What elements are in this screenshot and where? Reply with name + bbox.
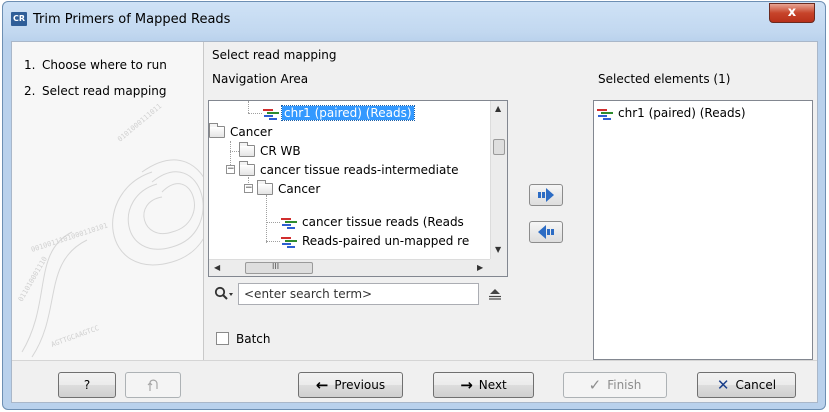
tree-connector — [266, 222, 280, 223]
selected-item-label: chr1 (paired) (Reads) — [618, 106, 746, 120]
section-heading: Select read mapping — [212, 48, 337, 62]
scroll-left-arrow-icon[interactable]: ◀ — [214, 263, 220, 272]
dialog-client-area: 1. Choose where to run 2. Select read mapp… — [11, 41, 818, 403]
main-panel: Select read mapping Navigation Area Sele… — [208, 42, 818, 360]
step-number: 1. — [24, 58, 36, 72]
finish-button[interactable]: ✓ Finish — [563, 372, 667, 398]
tree-node-label: Cancer — [278, 182, 321, 196]
navigation-area-label: Navigation Area — [212, 72, 309, 86]
arrow-left-icon — [538, 225, 554, 239]
tree-viewport: chr1 (paired) (Reads) Cancer CR WB − can… — [209, 101, 491, 259]
arrow-left-icon: ← — [315, 376, 329, 394]
arrow-right-icon — [538, 188, 554, 202]
vertical-scroll-thumb[interactable] — [493, 139, 505, 155]
tree-node-cancer-tissue-reads-intermediate[interactable]: cancer tissue reads-intermediate — [239, 161, 460, 179]
tree-node-cancer-tissue-reads[interactable]: cancer tissue reads (Reads — [281, 213, 466, 231]
decorative-swirl-watermark: 0101000111011 0010011101000110101 011010… — [17, 102, 203, 358]
batch-label: Batch — [236, 332, 271, 346]
tree-node-cr-wb[interactable]: CR WB — [239, 142, 303, 160]
batch-checkbox[interactable] — [216, 332, 229, 345]
scroll-down-arrow-icon[interactable]: ▼ — [495, 245, 501, 254]
folder-icon — [239, 142, 255, 157]
reset-icon — [147, 379, 158, 391]
reads-icon — [281, 216, 297, 229]
tree-connector — [230, 151, 239, 152]
title-bar[interactable]: CR Trim Primers of Mapped Reads x — [3, 2, 825, 42]
arrow-right-icon: → — [460, 376, 473, 394]
previous-label: Previous — [334, 378, 386, 392]
next-button[interactable]: → Next — [433, 372, 534, 398]
step-select-read-mapping[interactable]: 2. Select read mapping — [24, 84, 167, 98]
reads-icon — [263, 107, 279, 120]
tree-node-chr1-paired-reads[interactable]: chr1 (paired) (Reads) — [263, 104, 415, 122]
tree-connector — [248, 101, 249, 113]
checkmark-icon: ✓ — [588, 376, 602, 394]
tree-node-label: Reads-paired un-mapped re — [302, 234, 470, 248]
help-label: ? — [83, 378, 91, 392]
scroll-right-arrow-icon[interactable]: ▶ — [477, 263, 483, 272]
cancel-label: Cancel — [735, 378, 777, 392]
selected-elements-list[interactable]: chr1 (paired) (Reads) — [593, 100, 813, 360]
tree-node-label: cancer tissue reads (Reads — [302, 215, 464, 229]
reads-icon — [597, 107, 613, 120]
tree-node-label: Cancer — [230, 125, 273, 139]
navigation-tree[interactable]: chr1 (paired) (Reads) Cancer CR WB − can… — [208, 100, 508, 277]
step-choose-where-to-run[interactable]: 1. Choose where to run — [24, 58, 167, 72]
scroll-corner — [490, 259, 507, 276]
search-icon[interactable] — [214, 286, 234, 302]
tree-node-reads-paired-unmapped[interactable]: Reads-paired un-mapped re — [281, 232, 471, 250]
tree-node-label: cancer tissue reads-intermediate — [260, 163, 459, 177]
x-icon: ✕ — [716, 376, 730, 394]
button-bar: ? ← Previous → Next ✓ Finish ✕ Cancel — [12, 360, 817, 402]
horizontal-scroll-thumb[interactable]: III — [245, 262, 313, 274]
scroll-up-arrow-icon[interactable]: ▲ — [495, 104, 501, 113]
previous-button[interactable]: ← Previous — [298, 372, 403, 398]
tree-node-cancer[interactable]: Cancer — [209, 123, 274, 141]
selected-item-chr1-paired-reads[interactable]: chr1 (paired) (Reads) — [597, 104, 748, 122]
collapse-toggle[interactable]: − — [244, 184, 253, 193]
reads-icon — [281, 235, 297, 248]
selected-elements-label: Selected elements (1) — [598, 72, 731, 86]
finish-label: Finish — [607, 378, 642, 392]
search-options-icon[interactable] — [488, 288, 502, 300]
search-input[interactable]: <enter search term> — [238, 283, 479, 305]
scroll-grip: III — [272, 262, 280, 271]
step-label: Choose where to run — [42, 58, 167, 72]
svg-text:AGTTGCAAGTCC: AGTTGCAAGTCC — [50, 324, 100, 349]
tree-connector — [266, 195, 267, 243]
tree-node-label: chr1 (paired) (Reads) — [281, 105, 415, 121]
search-row: <enter search term> — [208, 283, 510, 305]
folder-icon — [257, 180, 273, 195]
tree-node-cancer-sub[interactable]: Cancer — [257, 180, 322, 198]
dialog-window: CR Trim Primers of Mapped Reads x 1. Choo… — [2, 1, 826, 410]
add-to-selection-button[interactable] — [529, 184, 563, 206]
tree-vertical-scrollbar[interactable]: ▲ ▼ — [490, 101, 507, 259]
tree-node-label: CR WB — [260, 144, 301, 158]
tree-horizontal-scrollbar[interactable]: ◀ III ▶ — [209, 259, 491, 276]
search-placeholder: <enter search term> — [244, 287, 373, 301]
help-button[interactable]: ? — [58, 372, 116, 398]
tree-connector — [266, 241, 280, 242]
close-button[interactable]: x — [769, 3, 815, 23]
svg-text:0010011101000110101: 0010011101000110101 — [30, 222, 109, 254]
reset-button[interactable] — [125, 372, 181, 398]
step-number: 2. — [24, 84, 36, 98]
app-icon: CR — [11, 12, 27, 26]
cancel-button[interactable]: ✕ Cancel — [697, 372, 796, 398]
dialog-title: Trim Primers of Mapped Reads — [33, 12, 231, 27]
remove-from-selection-button[interactable] — [529, 221, 563, 243]
collapse-toggle[interactable]: − — [226, 165, 235, 174]
step-label: Select read mapping — [42, 84, 167, 98]
svg-text:0101000111011: 0101000111011 — [116, 102, 163, 143]
folder-icon — [239, 161, 255, 176]
svg-text:011010001110: 011010001110 — [17, 255, 49, 303]
next-label: Next — [478, 378, 507, 392]
folder-icon — [209, 123, 225, 138]
tree-connector — [248, 113, 262, 114]
steps-panel: 1. Choose where to run 2. Select read mapp… — [12, 42, 204, 360]
